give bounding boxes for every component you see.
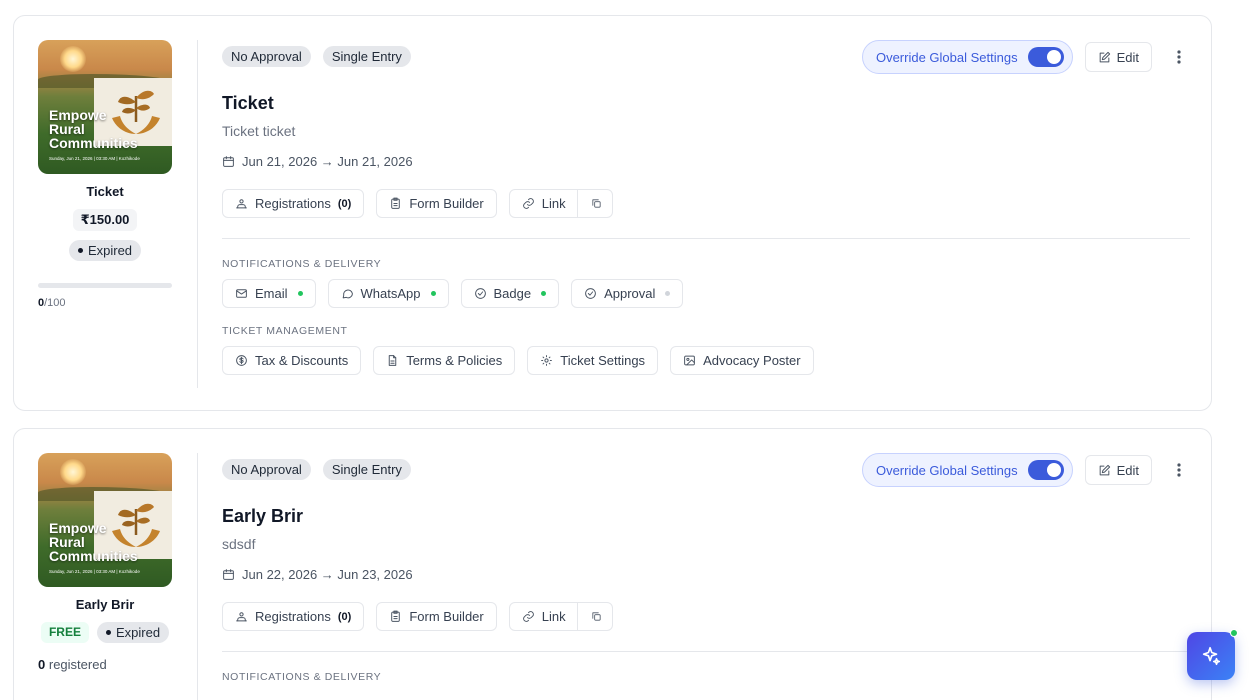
ticket-dates: Jun 22, 2026 → Jun 23, 2026 [222,567,1190,582]
form-builder-button[interactable]: Form Builder [376,189,497,218]
link-icon [522,611,534,622]
ticket-details: No Approval Single Entry Override Global… [222,453,1190,683]
sparkle-icon [1202,646,1221,666]
override-global-settings-toggle[interactable]: Override Global Settings [861,453,1073,487]
copy-link-button[interactable] [585,611,612,622]
edit-icon [1099,51,1110,62]
ticket-summary: Empowe Rural Communities Sunday, Jun 21,… [38,453,174,672]
thumbnail-subtitle: Sunday, Jun 21, 2026 | 03:30 AM | Kozhik… [49,569,140,574]
divider [197,453,198,700]
copy-icon [592,612,601,621]
ticket-settings-button[interactable]: Ticket Settings [527,346,659,375]
ticket-card: Empowe Rural Communities Sunday, Jun 21,… [13,428,1212,700]
ticket-management-row: Tax & Discounts Terms & Policies Ticket … [222,346,1190,375]
notifications-row: Email WhatsApp Badge Approval [222,279,1190,308]
ticket-summary: Empowe Rural Communities Sunday, Jun 21,… [38,40,174,309]
registered-count: 0 registered [38,657,107,672]
tag-single-entry: Single Entry [322,46,411,67]
status-dot-active [297,291,303,296]
notifications-heading: NOTIFICATIONS & DELIVERY [222,258,382,270]
thumbnail-title: Empowe Rural Communities [49,107,138,151]
ticket-card: Empowe Rural Communities Sunday, Jun 21,… [13,15,1212,411]
toggle-switch[interactable] [1027,460,1064,480]
ticket-title: Early Brir [222,506,304,526]
ticket-name: Ticket [86,184,124,199]
copy-icon [592,199,601,208]
check-circle-icon [585,288,596,299]
status-badge: Expired [68,240,142,261]
ai-assistant-button[interactable] [1187,629,1238,680]
more-options-button[interactable] [1168,42,1190,72]
edit-button[interactable]: Edit [1084,42,1152,72]
divider [222,238,1190,239]
message-icon [342,289,353,299]
divider [197,40,198,388]
link-icon [522,198,534,209]
ticket-title: Ticket [222,93,274,113]
tag-no-approval: No Approval [222,459,311,480]
clipboard-icon [391,197,401,209]
image-icon [684,355,695,366]
free-badge: FREE [40,622,89,643]
kebab-menu-icon [1177,50,1181,64]
status-dot-active [541,291,547,296]
ticket-actions: Override Global Settings Edit [861,40,1190,74]
ticket-actions: Override Global Settings Edit [861,453,1190,487]
approval-button[interactable]: Approval [571,279,684,308]
calendar-icon [223,569,234,580]
email-notification-button[interactable]: Email [222,279,316,308]
check-circle-icon [474,288,486,299]
users-icon [236,199,247,209]
kebab-menu-icon [1177,463,1181,477]
ticket-thumbnail: Empowe Rural Communities Sunday, Jun 21,… [38,453,172,587]
ticket-details: No Approval Single Entry Override Global… [222,40,1190,375]
badge-button[interactable]: Badge [460,279,560,308]
form-builder-button[interactable]: Form Builder [376,602,497,631]
ticket-thumbnail: Empowe Rural Communities Sunday, Jun 21,… [38,40,172,174]
divider [222,651,1190,652]
online-indicator [1230,629,1238,637]
thumbnail-subtitle: Sunday, Jun 21, 2026 | 03:30 AM | Kozhik… [49,156,140,161]
document-icon [388,355,397,366]
users-icon [236,612,247,622]
thumbnail-title: Empowe Rural Communities [49,520,138,564]
edit-button[interactable]: Edit [1084,455,1152,485]
ticket-dates: Jun 21, 2026 → Jun 21, 2026 [222,154,1190,169]
link-button[interactable]: Link [508,602,613,631]
ticket-price: ₹150.00 [72,209,138,231]
link-button[interactable]: Link [508,189,613,218]
advocacy-poster-button[interactable]: Advocacy Poster [670,346,814,375]
capacity-count: 0/100 [38,297,66,309]
mail-icon [236,289,247,298]
capacity-progress-bar [38,283,172,288]
copy-link-button[interactable] [585,198,612,209]
ticket-name: Early Brir [75,597,135,612]
tag-single-entry: Single Entry [322,459,411,480]
ticket-description: Ticket ticket [222,123,296,139]
more-options-button[interactable] [1168,455,1190,485]
tax-discounts-button[interactable]: Tax & Discounts [222,346,362,375]
clipboard-icon [391,610,401,622]
calendar-icon [223,156,234,167]
registrations-button[interactable]: Registrations (0) [222,602,365,631]
ticket-quick-actions: Registrations (0) Form Builder Link [222,189,1190,218]
dollar-circle-icon [236,355,247,366]
settings-icon [541,355,553,366]
override-global-settings-toggle[interactable]: Override Global Settings [861,40,1073,74]
ticket-description: sdsdf [222,536,256,552]
tag-no-approval: No Approval [222,46,311,67]
toggle-switch[interactable] [1027,47,1064,67]
notifications-heading: NOTIFICATIONS & DELIVERY [222,671,382,683]
status-badge: Expired [96,622,170,643]
terms-policies-button[interactable]: Terms & Policies [373,346,516,375]
edit-icon [1099,464,1110,475]
ticket-management-heading: TICKET MANAGEMENT [222,325,348,337]
whatsapp-notification-button[interactable]: WhatsApp [327,279,449,308]
registrations-button[interactable]: Registrations (0) [222,189,365,218]
status-dot-active [430,291,436,296]
ticket-quick-actions: Registrations (0) Form Builder Link [222,602,1190,631]
status-dot-inactive [665,291,671,296]
